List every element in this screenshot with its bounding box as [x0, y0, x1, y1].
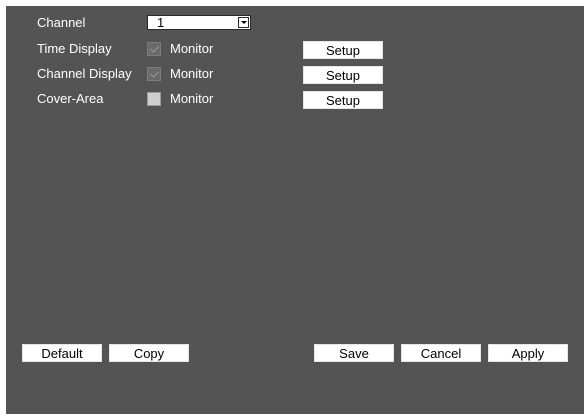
time-display-label: Time Display [37, 41, 112, 56]
cover-area-setup-button[interactable]: Setup [303, 91, 383, 109]
channel-display-setup-button[interactable]: Setup [303, 66, 383, 84]
channel-display-monitor-checkbox[interactable] [147, 67, 161, 81]
time-display-monitor-checkbox[interactable] [147, 42, 161, 56]
cover-area-label: Cover-Area [37, 91, 104, 106]
time-display-monitor-label: Monitor [170, 41, 214, 56]
channel-select[interactable]: 1 [147, 15, 251, 30]
channel-select-value: 1 [157, 15, 165, 30]
default-button[interactable]: Default [22, 344, 102, 362]
apply-button[interactable]: Apply [488, 344, 568, 362]
cancel-button[interactable]: Cancel [401, 344, 481, 362]
copy-button[interactable]: Copy [109, 344, 189, 362]
save-button[interactable]: Save [314, 344, 394, 362]
channel-label: Channel [37, 15, 86, 30]
cover-area-monitor-checkbox[interactable] [147, 92, 161, 106]
chevron-down-icon[interactable] [238, 17, 249, 28]
channel-display-label: Channel Display [37, 66, 132, 81]
channel-display-monitor-label: Monitor [170, 66, 214, 81]
cover-area-monitor-label: Monitor [170, 91, 214, 106]
time-display-setup-button[interactable]: Setup [303, 41, 383, 59]
